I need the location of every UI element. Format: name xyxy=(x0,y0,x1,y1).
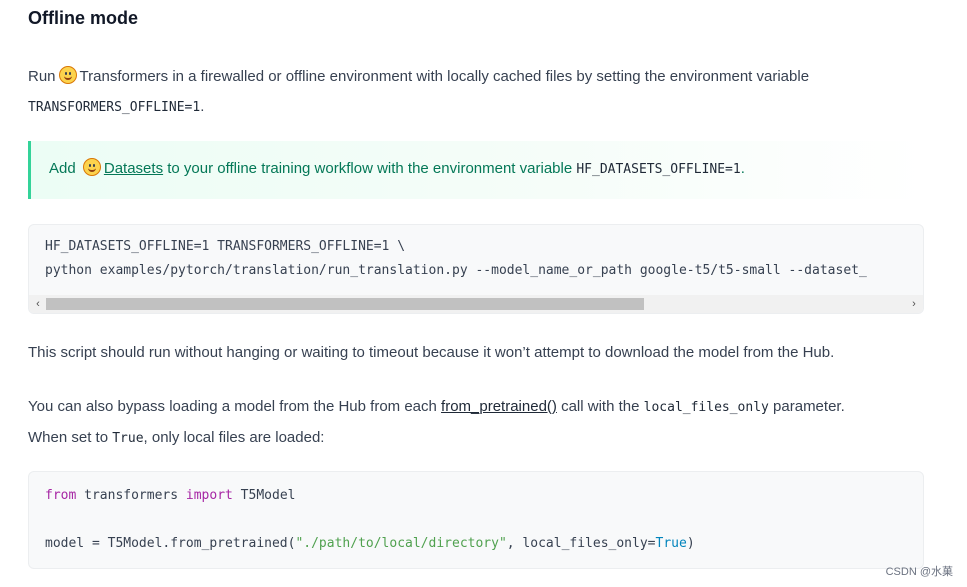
horizontal-scrollbar[interactable]: ‹ › xyxy=(29,295,923,313)
inline-code-local-files-only: local_files_only xyxy=(643,400,769,415)
hugging-face-emoji-icon xyxy=(82,158,101,176)
local-files-paragraph: You can also bypass loading a model from… xyxy=(28,392,928,454)
para3-mid2: parameter. xyxy=(768,398,845,415)
para3-mid: call with the xyxy=(556,398,644,415)
para3-line2-post: , only local files are loaded: xyxy=(143,429,325,446)
tip-pre: Add xyxy=(49,160,76,177)
tip-post: to your offline training workflow with t… xyxy=(163,160,577,177)
inline-code-true: True xyxy=(112,431,144,446)
inline-code-transformers-offline: TRANSFORMERS_OFFLINE=1 xyxy=(28,100,201,115)
keyword-from: from xyxy=(45,488,77,503)
python-code-block: from transformers import T5Model model =… xyxy=(28,471,924,569)
inline-code-hf-datasets-offline: HF_DATASETS_OFFLINE=1 xyxy=(576,162,741,177)
datasets-link[interactable]: Datasets xyxy=(104,160,163,177)
code-line-import: from transformers import T5Model xyxy=(45,488,295,503)
csdn-watermark: CSDN @水菓 xyxy=(885,566,953,578)
path-string: "./path/to/local/directory" xyxy=(295,536,507,551)
para1-end: . xyxy=(200,98,205,115)
offline-mode-paragraph: Run Transformers in a firewalled or offli… xyxy=(28,62,928,123)
import-name: T5Model xyxy=(232,488,296,503)
tip-end: . xyxy=(740,160,745,177)
close-paren: ) xyxy=(686,536,695,551)
para1-pre: Run xyxy=(28,68,56,85)
code-line-model: model = T5Model.from_pretrained("./path/… xyxy=(45,536,695,551)
hugging-face-emoji-icon xyxy=(58,66,77,84)
code-line-1: HF_DATASETS_OFFLINE=1 TRANSFORMERS_OFFLI… xyxy=(45,239,406,254)
para1-post: Transformers in a firewalled or offline … xyxy=(79,68,810,85)
tip-box: Add Datasets to your offline training wo… xyxy=(28,141,924,199)
scrollbar-thumb[interactable] xyxy=(46,298,644,310)
code-line-2: python examples/pytorch/translation/run_… xyxy=(45,263,867,278)
section-heading: Offline mode xyxy=(28,8,139,28)
true-literal: True xyxy=(655,536,687,551)
keyword-import: import xyxy=(185,488,233,503)
from-pretrained-link[interactable]: from_pretrained() xyxy=(441,398,557,415)
scroll-right-icon[interactable]: › xyxy=(906,295,922,313)
scroll-left-icon[interactable]: ‹ xyxy=(30,295,46,313)
kwarg-expr: , local_files_only= xyxy=(506,536,656,551)
module-name: transformers xyxy=(76,488,186,503)
para3-line2-pre: When set to xyxy=(28,429,113,446)
assign-expr: model = T5Model.from_pretrained( xyxy=(45,536,296,551)
shell-code-block: HF_DATASETS_OFFLINE=1 TRANSFORMERS_OFFLI… xyxy=(28,224,924,314)
para3-pre: You can also bypass loading a model from… xyxy=(28,398,442,415)
no-hang-paragraph: This script should run without hanging o… xyxy=(28,344,835,361)
